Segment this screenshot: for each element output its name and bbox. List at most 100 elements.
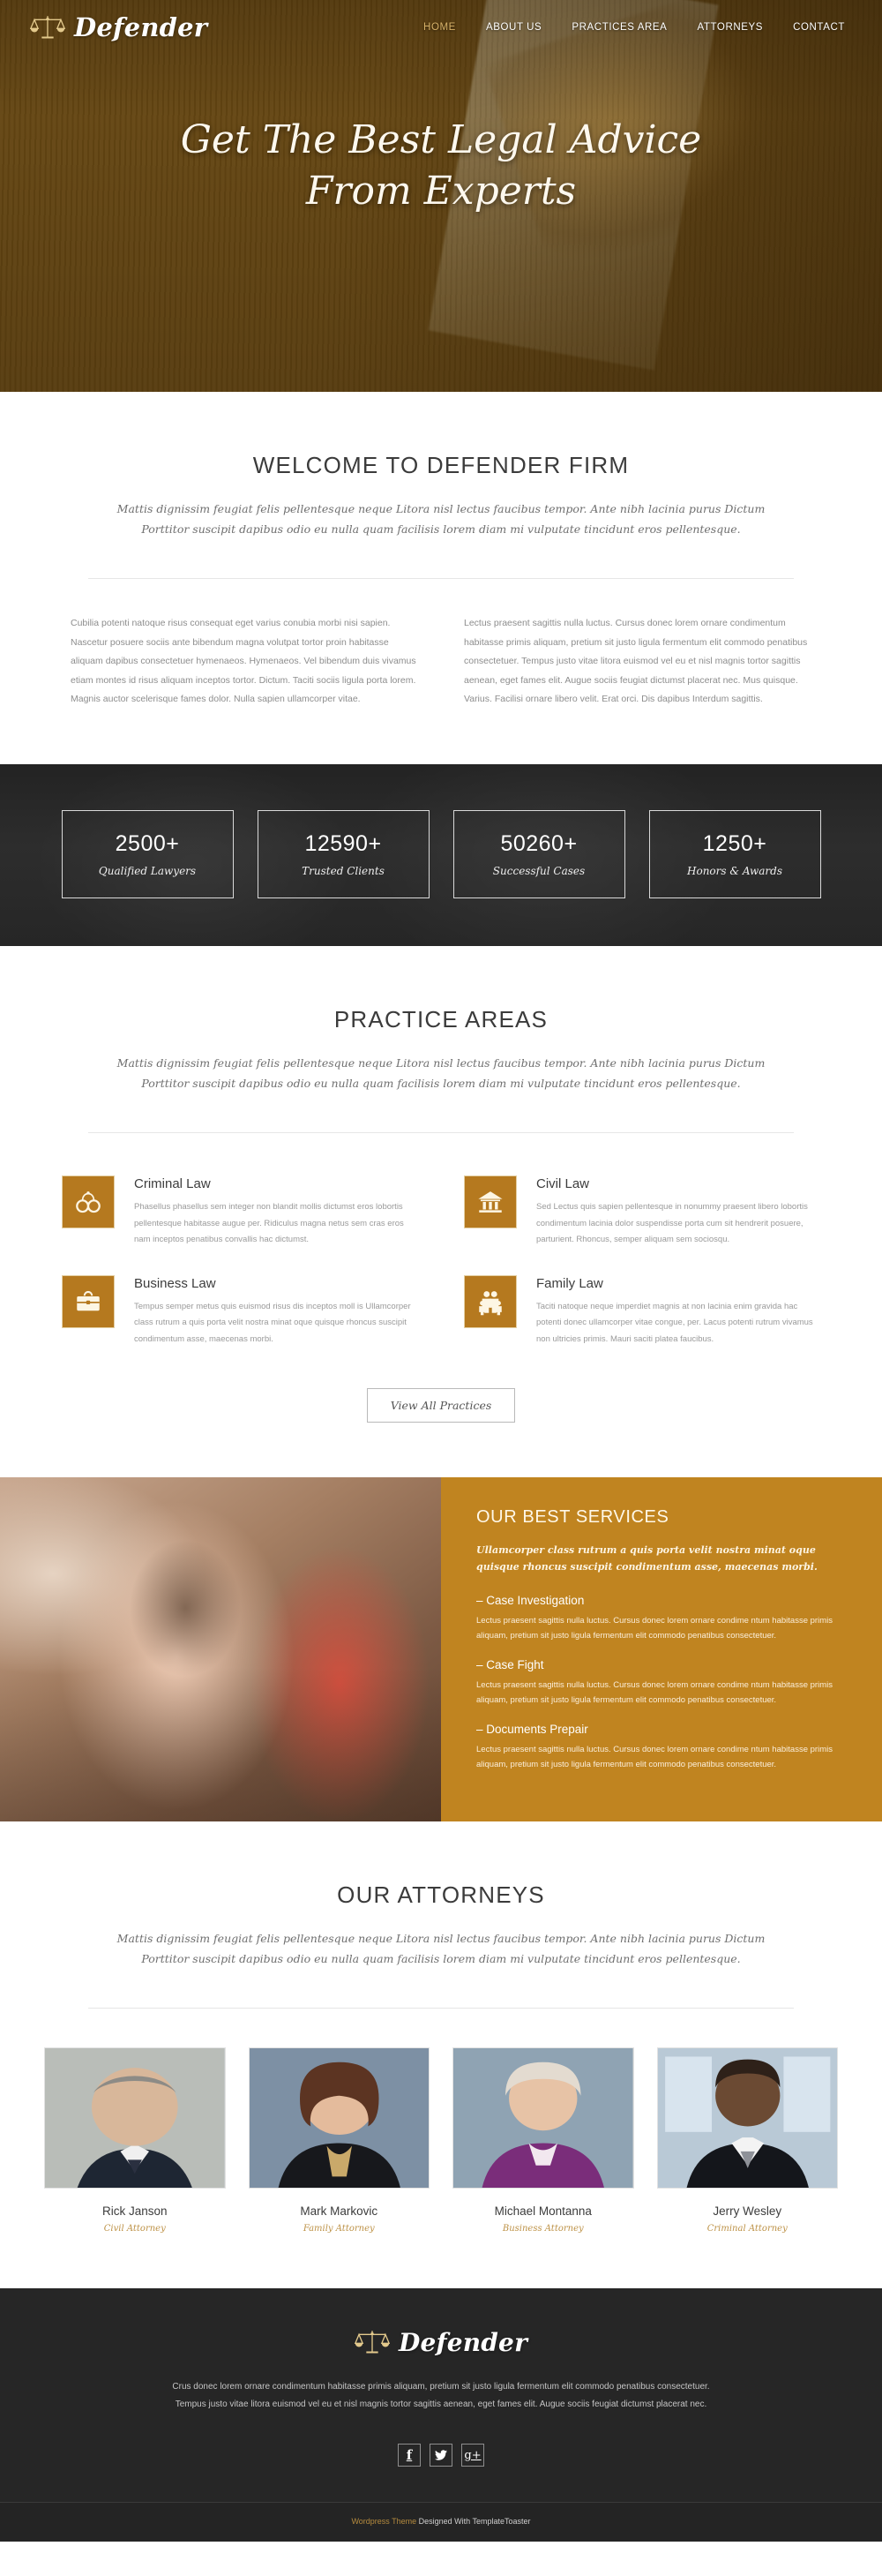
service-item-title: – Documents Prepair — [476, 1722, 588, 1736]
attorney-card[interactable]: Jerry Wesley Criminal Attorney — [656, 2047, 838, 2234]
welcome-paragraph-left: Cubilia potenti natoque risus consequat … — [71, 618, 416, 705]
view-all-practices-button[interactable]: View All Practices — [366, 1388, 516, 1423]
service-item-case-fight: – Case Fight Lectus praesent sagittis nu… — [476, 1658, 845, 1709]
attorney-role: Business Attorney — [502, 2224, 584, 2234]
stat-card: 50260+ Successful Cases — [452, 809, 625, 898]
practice-areas-grid: Criminal Law Phasellus phasellus sem int… — [59, 1133, 820, 1348]
attorney-photo — [452, 2047, 634, 2189]
practice-areas-subtitle: Mattis dignissim feugiat felis pellentes… — [116, 1055, 766, 1090]
practice-card-body: Criminal Law Phasellus phasellus sem int… — [134, 1175, 418, 1249]
footer-brand-name: Defender — [398, 2327, 528, 2357]
welcome-paragraph-right: Lectus praesent sagittis nulla luctus. C… — [464, 618, 808, 705]
practice-card-civil-law[interactable]: Civil Law Sed Lectus quis sapien pellent… — [461, 1173, 820, 1249]
nav-item-about-us[interactable]: ABOUT US — [486, 22, 542, 33]
google-plus-icon[interactable]: g+ — [461, 2444, 484, 2467]
practice-card-text: Sed Lectus quis sapien pellentesque in n… — [536, 1202, 808, 1245]
practice-card-text: Taciti natoque neque imperdiet magnis at… — [536, 1301, 813, 1344]
site-header: Defender HOME ABOUT US PRACTICES AREA AT… — [0, 0, 882, 55]
stats-section: 2500+ Qualified Lawyers 12590+ Trusted C… — [0, 763, 882, 946]
attorney-card[interactable]: Mark Markovic Family Attorney — [248, 2047, 430, 2234]
nav-item-home[interactable]: HOME — [423, 22, 456, 33]
attorneys-grid: Rick Janson Civil Attorney Mark Markovic… — [44, 2009, 838, 2234]
footer-credit-rest: Designed With TemplateToaster — [416, 2517, 531, 2527]
service-item-text: Lectus praesent sagittis nulla luctus. C… — [476, 1744, 833, 1770]
service-item-text: Lectus praesent sagittis nulla luctus. C… — [476, 1615, 833, 1641]
attorney-name: Mark Markovic — [300, 2204, 378, 2219]
practice-areas-section: PRACTICE AREAS Mattis dignissim feugiat … — [0, 946, 882, 1477]
attorneys-title: OUR ATTORNEYS — [337, 1881, 545, 1909]
stats-row: 2500+ Qualified Lawyers 12590+ Trusted C… — [0, 809, 882, 898]
practice-card-business-law[interactable]: Business Law Tempus semper metus quis eu… — [59, 1272, 418, 1348]
nav-item-attorneys[interactable]: ATTORNEYS — [697, 22, 763, 33]
practice-button-row: View All Practices — [0, 1348, 882, 1423]
stat-number: 12590+ — [304, 830, 382, 856]
facebook-icon[interactable]: f — [398, 2444, 421, 2467]
services-title: OUR BEST SERVICES — [476, 1507, 669, 1528]
practice-card-title: Family Law — [536, 1275, 603, 1291]
google-plus-glyph: g+ — [464, 2448, 482, 2462]
facebook-glyph: f — [406, 2447, 413, 2464]
practice-card-title: Civil Law — [536, 1176, 590, 1192]
stat-card: 2500+ Qualified Lawyers — [61, 809, 234, 898]
attorney-card[interactable]: Rick Janson Civil Attorney — [44, 2047, 226, 2234]
courthouse-icon — [461, 1173, 519, 1232]
practice-card-title: Criminal Law — [134, 1176, 211, 1192]
briefcase-icon — [59, 1272, 117, 1331]
practice-card-body: Business Law Tempus semper metus quis eu… — [134, 1275, 418, 1348]
twitter-icon[interactable] — [430, 2444, 452, 2467]
service-item-documents-prepair: – Documents Prepair Lectus praesent sagi… — [476, 1723, 845, 1773]
attorney-photo — [248, 2047, 430, 2189]
page-root: Defender HOME ABOUT US PRACTICES AREA AT… — [0, 0, 882, 2542]
nav-item-practices-area[interactable]: PRACTICES AREA — [572, 22, 667, 33]
attorneys-section: OUR ATTORNEYS Mattis dignissim feugiat f… — [0, 1821, 882, 2288]
site-logo[interactable]: Defender — [29, 12, 208, 42]
hero-title-line-1: Get The Best Legal Advice — [180, 117, 702, 162]
welcome-columns: Cubilia potenti natoque risus consequat … — [71, 579, 811, 710]
attorney-role: Family Attorney — [303, 2224, 375, 2234]
stat-number: 50260+ — [500, 830, 578, 856]
service-item-title: – Case Investigation — [476, 1593, 585, 1607]
practice-card-text: Tempus semper metus quis euismod risus d… — [134, 1301, 411, 1344]
service-item-case-investigation: – Case Investigation Lectus praesent sag… — [476, 1594, 845, 1644]
practice-card-family-law[interactable]: Family Law Taciti natoque neque imperdie… — [461, 1272, 820, 1348]
practice-card-text: Phasellus phasellus sem integer non blan… — [134, 1202, 404, 1245]
services-photo — [0, 1477, 441, 1822]
handcuffs-icon — [59, 1173, 117, 1232]
services-section: OUR BEST SERVICES Ullamcorper class rutr… — [0, 1477, 882, 1822]
brand-name: Defender — [74, 12, 208, 42]
hero-copy: Get The Best Legal Advice From Experts — [0, 55, 882, 217]
stat-label: Trusted Clients — [302, 864, 385, 877]
stat-label: Qualified Lawyers — [98, 864, 197, 877]
scales-of-justice-icon — [29, 12, 66, 42]
family-icon — [461, 1272, 519, 1331]
services-photo-shading — [0, 1477, 441, 1822]
welcome-section: WELCOME TO DEFENDER FIRM Mattis dignissi… — [0, 392, 882, 764]
attorney-role: Civil Attorney — [103, 2224, 166, 2234]
footer-logo[interactable]: Defender — [0, 2327, 882, 2357]
attorney-photo — [656, 2047, 838, 2189]
services-panel: OUR BEST SERVICES Ullamcorper class rutr… — [441, 1477, 882, 1822]
stat-label: Successful Cases — [492, 864, 586, 877]
site-footer: Defender Crus donec lorem ornare condime… — [0, 2288, 882, 2542]
service-item-text: Lectus praesent sagittis nulla luctus. C… — [476, 1679, 833, 1706]
main-navigation: HOME ABOUT US PRACTICES AREA ATTORNEYS C… — [423, 22, 859, 33]
practice-card-criminal-law[interactable]: Criminal Law Phasellus phasellus sem int… — [59, 1173, 418, 1249]
nav-item-contact[interactable]: CONTACT — [793, 22, 845, 33]
stat-number: 1250+ — [702, 830, 767, 856]
attorney-card[interactable]: Michael Montanna Business Attorney — [452, 2047, 634, 2234]
footer-credit: Wordpress Theme Designed With TemplateTo… — [0, 2502, 882, 2542]
practice-card-body: Family Law Taciti natoque neque imperdie… — [536, 1275, 820, 1348]
hero-title-line-2: From Experts — [305, 169, 577, 214]
welcome-title: WELCOME TO DEFENDER FIRM — [252, 452, 630, 478]
scales-of-justice-icon — [354, 2327, 391, 2357]
welcome-subtitle: Mattis dignissim feugiat felis pellentes… — [116, 502, 766, 537]
footer-credit-gold: Wordpress Theme — [351, 2517, 417, 2527]
attorneys-subtitle: Mattis dignissim feugiat felis pellentes… — [116, 1932, 766, 1966]
services-lead: Ullamcorper class rutrum a quis porta ve… — [476, 1544, 818, 1573]
footer-text: Crus donec lorem ornare condimentum habi… — [172, 2382, 710, 2410]
service-item-title: – Case Fight — [476, 1657, 544, 1671]
attorney-role: Criminal Attorney — [706, 2224, 788, 2234]
practice-card-body: Civil Law Sed Lectus quis sapien pellent… — [536, 1175, 820, 1249]
stat-card: 12590+ Trusted Clients — [257, 809, 430, 898]
attorney-photo — [44, 2047, 226, 2189]
